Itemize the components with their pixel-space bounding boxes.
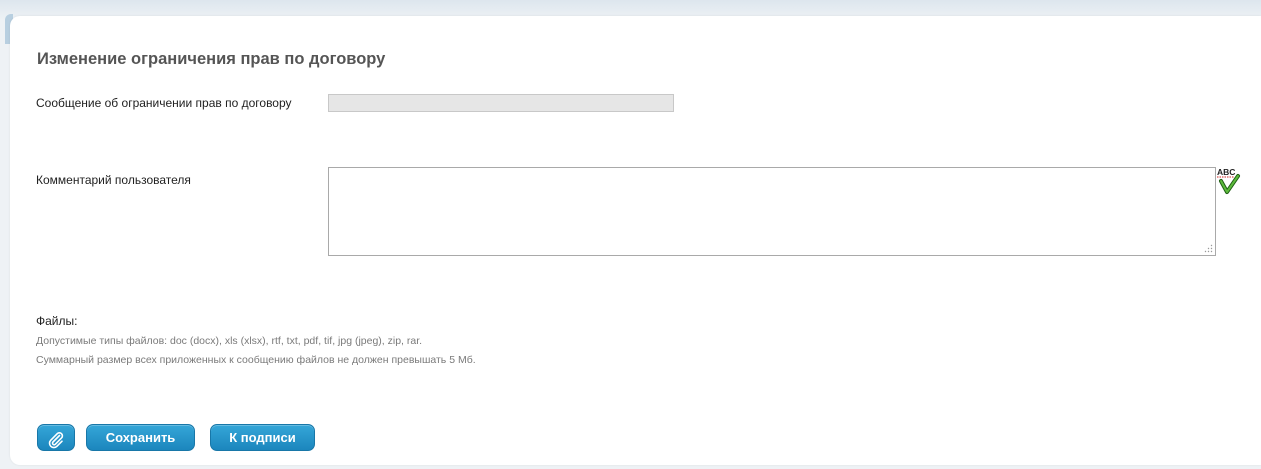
user-comment-label: Комментарий пользователя bbox=[36, 173, 191, 187]
spellcheck-text: ABC bbox=[1217, 167, 1235, 177]
save-button[interactable]: Сохранить bbox=[86, 424, 195, 451]
to-signature-button[interactable]: К подписи bbox=[210, 424, 315, 451]
page-title: Изменение ограничения прав по договору bbox=[37, 50, 386, 68]
spellcheck-button[interactable]: ABC bbox=[1216, 165, 1242, 197]
restriction-message-field[interactable] bbox=[328, 94, 674, 112]
files-label: Файлы: bbox=[36, 314, 78, 328]
spellcheck-icon: ABC bbox=[1217, 167, 1240, 194]
resize-grip-icon[interactable] bbox=[1204, 244, 1213, 253]
user-comment-textarea[interactable] bbox=[328, 167, 1216, 256]
paperclip-icon bbox=[48, 431, 64, 448]
file-size-limit-hint: Суммарный размер всех приложенных к сооб… bbox=[36, 354, 476, 366]
allowed-file-types-hint: Допустимые типы файлов: doc (docx), xls … bbox=[36, 335, 423, 347]
restriction-message-label: Сообщение об ограничении прав по договор… bbox=[36, 96, 292, 110]
attach-file-button[interactable] bbox=[37, 424, 75, 451]
